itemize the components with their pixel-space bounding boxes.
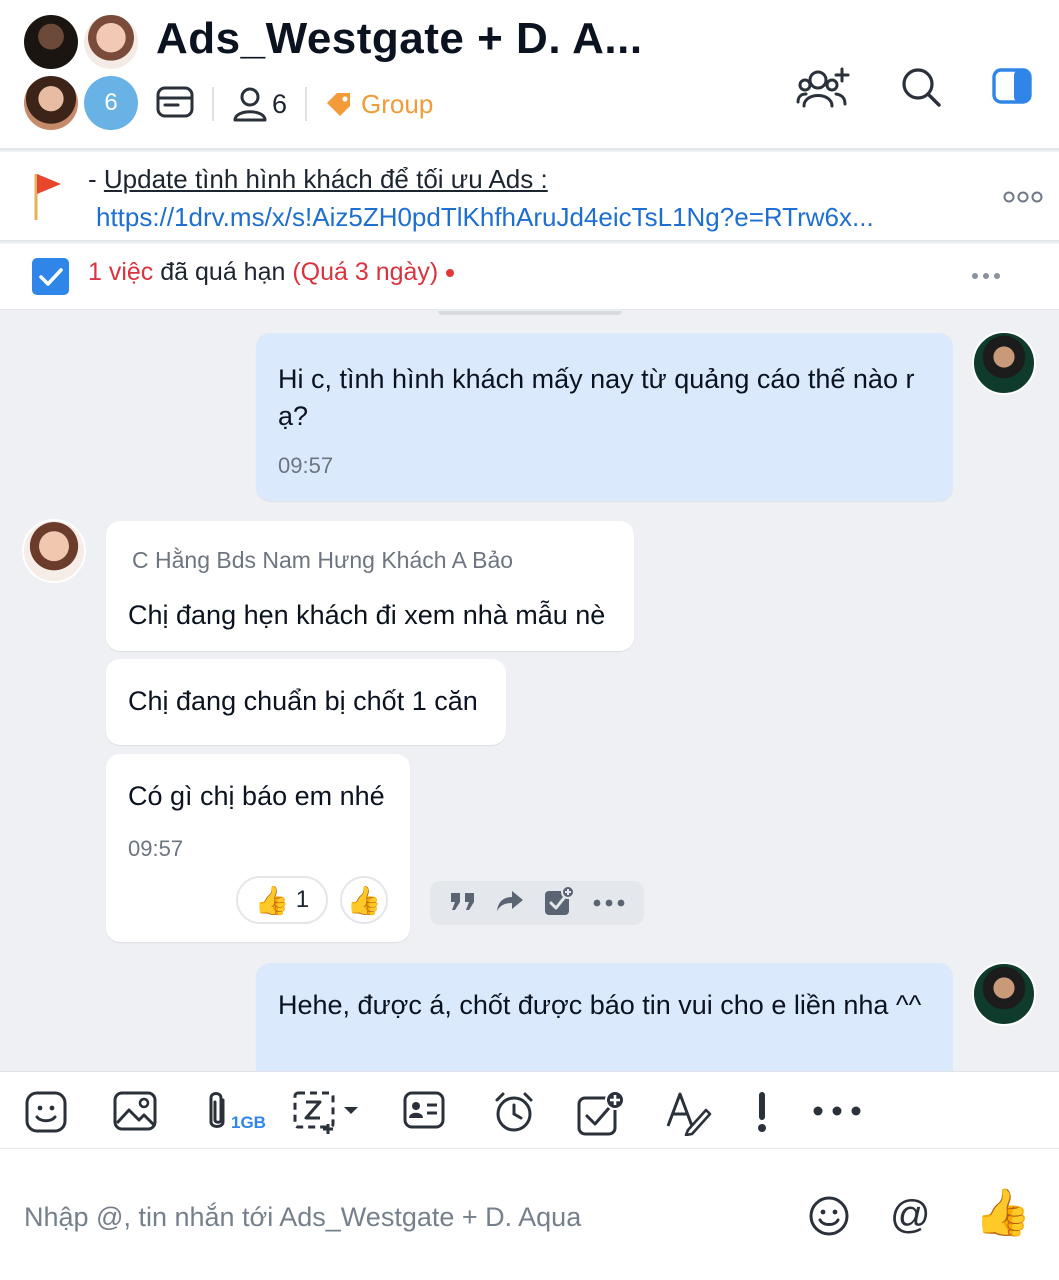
- conversation-meta: 6 Group: [156, 84, 433, 124]
- reaction-count: 1: [295, 886, 310, 913]
- task-checkbox-icon: [32, 258, 69, 295]
- task-status: đã quá hạn: [153, 258, 293, 286]
- divider: [305, 87, 308, 121]
- quote-icon[interactable]: [449, 889, 477, 918]
- person-icon: [233, 87, 267, 122]
- incoming-message[interactable]: C Hằng Bds Nam Hưng Khách A Bảo Chị đang…: [106, 521, 634, 651]
- my-avatar[interactable]: [972, 962, 1036, 1026]
- task-status-text: 1 việc đã quá hạn (Quá 3 ngày): [88, 258, 455, 287]
- more-options-icon[interactable]: [1003, 186, 1043, 209]
- task-count: 1 việc: [88, 258, 154, 286]
- message-time: 09:57: [128, 836, 184, 861]
- tag-icon: [327, 93, 351, 116]
- message-actions-bar: [430, 881, 644, 925]
- composer: @ 👍: [0, 1149, 1059, 1280]
- pinned-title: Update tình hình khách để tối ưu Ads :: [103, 164, 548, 194]
- more-icon[interactable]: [593, 894, 625, 912]
- screenshot-icon[interactable]: [292, 1090, 362, 1139]
- member-avatar[interactable]: [84, 15, 138, 69]
- forward-icon[interactable]: [495, 889, 525, 918]
- reminder-icon[interactable]: [492, 1090, 536, 1139]
- members-button[interactable]: 6: [232, 86, 287, 122]
- more-members-avatar[interactable]: 6: [84, 76, 138, 130]
- unread-dot: [446, 269, 455, 278]
- message-list[interactable]: Hi c, tình hình khách mấy nay từ quảng c…: [0, 311, 1059, 1071]
- create-task-icon[interactable]: [543, 884, 575, 922]
- member-avatar[interactable]: [24, 76, 78, 130]
- tag-label: Group: [361, 88, 434, 119]
- pinned-message-banner[interactable]: - Update tình hình khách để tối ưu Ads :…: [0, 152, 1059, 242]
- composer-toolbar: 1GB: [0, 1071, 1059, 1149]
- member-avatar[interactable]: [24, 15, 78, 69]
- outgoing-message[interactable]: Hehe, được á, chốt được báo tin vui cho …: [256, 963, 953, 1071]
- pinned-text: - Update tình hình khách để tối ưu Ads :: [88, 164, 548, 195]
- conversation-title[interactable]: Ads_Westgate + D. A...: [156, 14, 643, 64]
- sender-name[interactable]: C Hằng Bds Nam Hưng Khách A Bảo: [132, 547, 513, 574]
- sidebar-toggle-icon[interactable]: [992, 66, 1032, 111]
- contact-card-icon[interactable]: [402, 1090, 446, 1135]
- mention-icon[interactable]: @: [890, 1193, 931, 1237]
- scroll-indicator: [438, 311, 622, 315]
- add-member-icon[interactable]: [796, 66, 850, 115]
- outgoing-message[interactable]: Hi c, tình hình khách mấy nay từ quảng c…: [256, 333, 953, 501]
- message-text: Có gì chị báo em nhé: [128, 781, 385, 811]
- divider: [212, 87, 214, 121]
- message-input[interactable]: [24, 1195, 784, 1239]
- reaction-summary[interactable]: 👍 1: [236, 876, 328, 924]
- sender-avatar[interactable]: [22, 519, 86, 583]
- more-icon[interactable]: [812, 1104, 862, 1122]
- incoming-message[interactable]: Chị đang chuẩn bị chốt 1 căn: [106, 659, 506, 745]
- message-time: 09:57: [278, 453, 334, 478]
- thumbs-up-icon: 👍: [346, 884, 382, 916]
- chat-header: 6 Ads_Westgate + D. A... 6 Group: [0, 0, 1059, 150]
- attachment-limit-label: 1GB: [231, 1113, 266, 1132]
- message-text: Chị đang chuẩn bị chốt 1 căn: [128, 686, 478, 716]
- message-text: Hehe, được á, chốt được báo tin vui cho …: [278, 990, 922, 1020]
- pinned-link[interactable]: https://1drv.ms/x/s!Aiz5ZH0pdTlKhfhAruJd…: [96, 202, 918, 233]
- flag-icon: [30, 170, 64, 227]
- classification-tag[interactable]: Group: [325, 89, 433, 120]
- emoji-icon[interactable]: [808, 1195, 850, 1242]
- text-format-icon[interactable]: [664, 1090, 712, 1141]
- message-text: Chị đang hẹn khách đi xem nhà mẫu nè: [128, 600, 606, 630]
- group-board-icon[interactable]: [156, 85, 194, 124]
- task-overdue: (Quá 3 ngày): [292, 258, 439, 286]
- image-icon[interactable]: [112, 1090, 158, 1137]
- important-icon[interactable]: [754, 1090, 770, 1139]
- message-text: Hi c, tình hình khách mấy nay từ quảng c…: [278, 364, 915, 431]
- sticker-icon[interactable]: [24, 1090, 68, 1139]
- overdue-task-banner[interactable]: 1 việc đã quá hạn (Quá 3 ngày): [0, 244, 1059, 310]
- thumbs-up-icon: 👍: [254, 884, 290, 916]
- quick-react-button[interactable]: 👍: [340, 876, 388, 924]
- send-like-icon[interactable]: 👍: [974, 1187, 1031, 1237]
- attachment-icon[interactable]: [203, 1090, 231, 1139]
- pinned-prefix: -: [88, 164, 104, 194]
- task-more-icon[interactable]: [971, 260, 1001, 286]
- search-icon[interactable]: [900, 66, 942, 113]
- member-count: 6: [272, 88, 288, 119]
- my-avatar[interactable]: [972, 331, 1036, 395]
- create-task-icon[interactable]: [576, 1090, 628, 1143]
